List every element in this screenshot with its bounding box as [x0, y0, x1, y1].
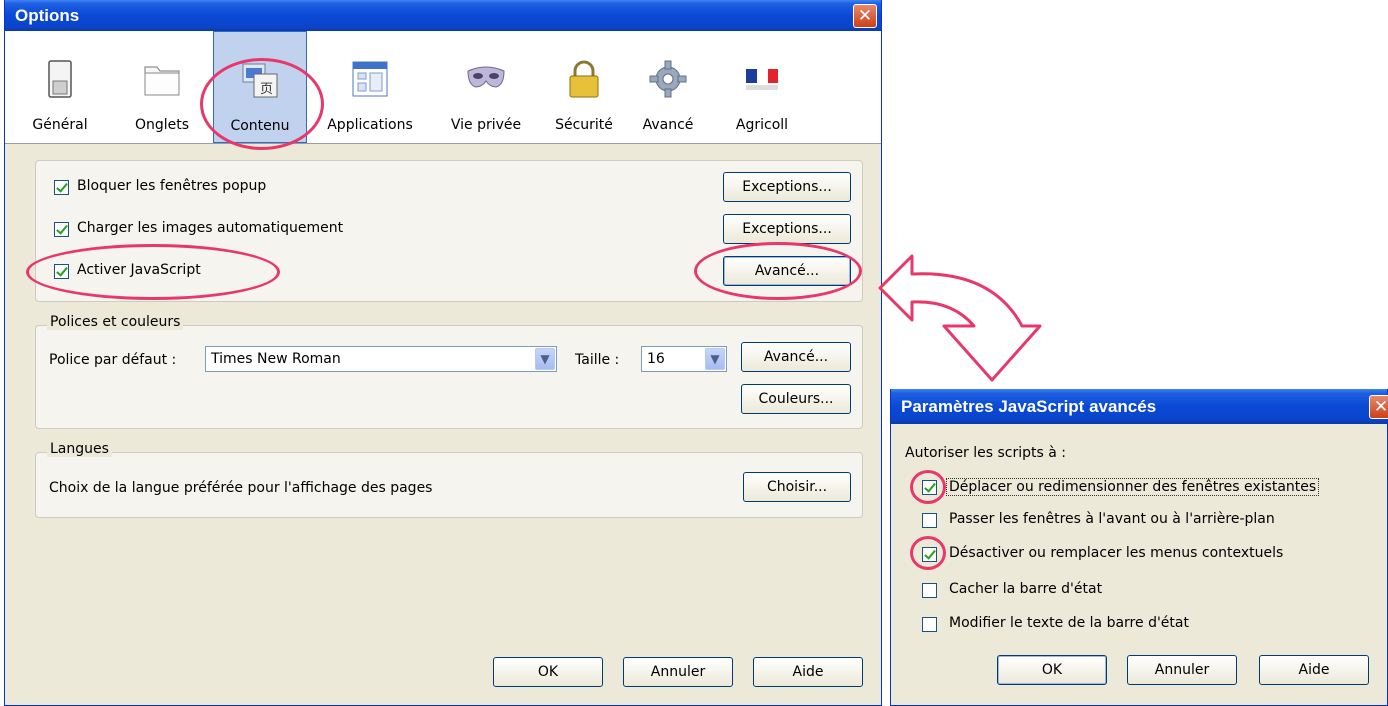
allow-raise-lower-checkbox[interactable] — [922, 513, 937, 528]
block-popups-label: Bloquer les fenêtres popup — [77, 178, 267, 194]
allow-change-statusbar-label: Modifier le texte de la barre d'état — [949, 615, 1189, 631]
allow-move-resize-label: Déplacer ou redimensionner des fenêtres … — [946, 478, 1320, 496]
size-label: Taille : — [575, 352, 620, 368]
fonts-advanced-button[interactable]: Avancé... — [741, 342, 851, 372]
allow-change-statusbar-checkbox[interactable] — [922, 617, 937, 632]
options-window: Options ✕ Général Onglets 页 Contenu Appl… — [4, 0, 882, 706]
default-font-select[interactable]: Times New Roman ▼ — [205, 346, 557, 372]
default-font-label: Police par défaut : — [49, 352, 177, 368]
switch-icon — [48, 60, 72, 98]
js-help-button[interactable]: Aide — [1259, 655, 1369, 685]
close-button[interactable]: ✕ — [1369, 395, 1388, 419]
javascript-advanced-dialog: Paramètres JavaScript avancés ✕ Autorise… — [890, 389, 1388, 706]
tab-label: Agricoll — [735, 117, 789, 133]
load-images-checkbox[interactable] — [54, 222, 69, 237]
options-titlebar: Options — [5, 0, 881, 31]
font-size-select[interactable]: 16 ▼ — [641, 346, 727, 372]
close-button[interactable]: ✕ — [853, 4, 877, 28]
popup-exceptions-button[interactable]: Exceptions... — [723, 172, 851, 202]
ok-button[interactable]: OK — [493, 657, 603, 687]
allow-hide-statusbar-label: Cacher la barre d'état — [949, 581, 1103, 597]
js-dialog-titlebar: Paramètres JavaScript avancés — [891, 389, 1387, 424]
fonts-colors-group — [35, 325, 863, 429]
font-size-value: 16 — [647, 351, 665, 367]
js-cancel-button[interactable]: Annuler — [1127, 655, 1237, 685]
tab-label: Vie privée — [450, 117, 522, 133]
tab-label: Sécurité — [555, 117, 613, 133]
chevron-down-icon: ▼ — [535, 348, 555, 370]
tab-vie-privee[interactable]: Vie privée — [439, 31, 533, 143]
chevron-down-icon: ▼ — [705, 348, 725, 370]
close-icon: ✕ — [1373, 397, 1388, 417]
options-toolbar: Général Onglets 页 Contenu Applications V… — [5, 31, 881, 144]
languages-caption: Langues — [47, 441, 112, 457]
tab-label: Avancé — [642, 117, 694, 133]
flag-logo-icon — [746, 69, 778, 90]
window-title: Options — [15, 6, 80, 25]
languages-description: Choix de la langue préférée pour l'affic… — [49, 480, 433, 496]
tab-applications[interactable]: Applications — [323, 31, 417, 143]
tab-agricoll[interactable]: Agricoll — [715, 31, 809, 143]
tab-label: Général — [32, 117, 88, 133]
curved-arrow-icon — [878, 254, 1042, 382]
cancel-button[interactable]: Annuler — [623, 657, 733, 687]
gear-icon — [649, 60, 687, 98]
close-icon: ✕ — [857, 6, 873, 26]
choose-language-button[interactable]: Choisir... — [743, 472, 851, 502]
highlight-enable-javascript — [26, 244, 280, 300]
default-font-value: Times New Roman — [211, 351, 341, 367]
js-ok-button[interactable]: OK — [997, 655, 1107, 685]
help-button[interactable]: Aide — [753, 657, 863, 687]
block-popups-checkbox[interactable] — [54, 180, 69, 195]
colors-button[interactable]: Couleurs... — [741, 384, 851, 414]
tab-label: Applications — [327, 117, 413, 133]
tab-label: Onglets — [134, 117, 190, 133]
highlight-advanced-button — [694, 242, 862, 300]
tab-securite[interactable]: Sécurité — [537, 31, 631, 143]
tab-onglets[interactable]: Onglets — [115, 31, 209, 143]
allow-hide-statusbar-checkbox[interactable] — [922, 583, 937, 598]
folder-icon — [144, 66, 180, 96]
tab-avance[interactable]: Avancé — [621, 31, 715, 143]
applications-window-icon — [352, 61, 388, 97]
highlight-contenu-tab — [200, 58, 324, 150]
highlight-move-resize-checkbox — [910, 470, 946, 504]
js-dialog-title: Paramètres JavaScript avancés — [901, 397, 1157, 416]
allow-context-menu-label: Désactiver ou remplacer les menus contex… — [949, 545, 1284, 561]
fonts-colors-caption: Polices et couleurs — [47, 314, 184, 330]
tab-general[interactable]: Général — [13, 31, 107, 143]
images-exceptions-button[interactable]: Exceptions... — [723, 214, 851, 244]
highlight-context-menu-checkbox — [910, 536, 946, 570]
padlock-icon — [569, 60, 599, 98]
allow-raise-lower-label: Passer les fenêtres à l'avant ou à l'arr… — [949, 511, 1275, 527]
privacy-mask-icon — [467, 66, 505, 88]
load-images-label: Charger les images automatiquement — [77, 220, 344, 236]
js-dialog-intro: Autoriser les scripts à : — [905, 445, 1067, 461]
